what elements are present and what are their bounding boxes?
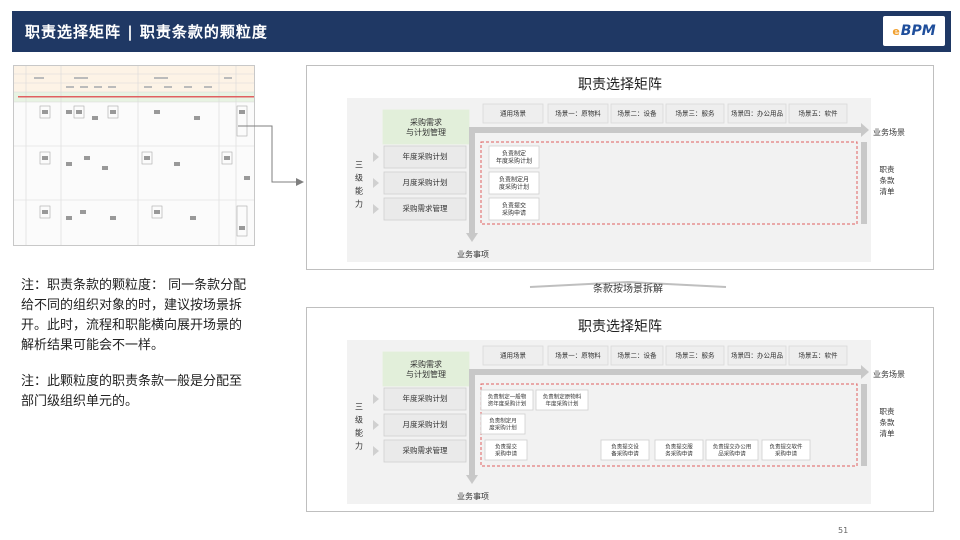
clause-cell-r3-2-label: 负责提交服务采购申请: [665, 442, 693, 457]
clause-cell-r3-1-label: 负责提交设备采购申请: [611, 442, 639, 457]
scenario-header-4-label: 场景四：办公用品: [731, 351, 783, 360]
matrix-diagram-top: 采购需求与计划管理三级能力年度采购计划月度采购计划采购需求管理通用场景 场景一：原…: [355, 103, 905, 259]
row-label-0-label: 年度采购计划: [403, 151, 448, 161]
matrix-panel-bottom: 职责选择矩阵 采购需求与计划管理 三级能力 年度采购计划 月度采购计划 采购需求管理 通用…: [306, 307, 934, 512]
row-label-0-label: 年度采购计划: [403, 393, 448, 403]
right-label-clause-list: 职责条款清单: [880, 164, 895, 196]
right-label-clause-list: 职责条款清单: [880, 406, 895, 438]
event-axis-label: 业务事项: [457, 491, 489, 501]
scenario-axis-arrowhead-icon: [861, 123, 869, 137]
row-arrow-icon: [373, 204, 379, 214]
split-label: 条款按场景拆解: [593, 284, 663, 295]
scenario-header-0-label: 通用场景: [500, 109, 527, 118]
note-department-level: 注：此颗粒度的职责条款一般是分配至部门级组织单元的。: [21, 374, 243, 409]
clause-cell-1-label: 负责制定月度采购计划: [499, 175, 529, 191]
event-axis-arrowhead-icon: [466, 475, 478, 484]
row-arrow-icon: [373, 420, 379, 430]
row-arrow-icon: [373, 446, 379, 456]
page-number: 51: [838, 526, 849, 535]
scenario-header-3-label: 场景三：服务: [676, 109, 716, 118]
connector-arrowhead-icon: [296, 178, 304, 186]
row-arrow-icon: [373, 394, 379, 404]
left-label-three-level-capability: 三级能力: [355, 160, 363, 208]
note-granularity: 注：职责条款的颗粒度： 同一条款分配给不同的组织对象的时，建议按场景拆开。此时，…: [21, 278, 247, 353]
scenario-header-1-label: 场景一：原物料: [555, 109, 601, 118]
clause-cell-r1-0-label: 负责制定一般物资年度采购计划: [488, 392, 527, 407]
clause-cell-r1-1-label: 负责制定原物料年度采购计划: [543, 392, 582, 407]
clause-list-bar: [861, 142, 867, 224]
scenario-header-5-label: 场景五：软件: [799, 351, 839, 360]
scenario-header-4-label: 场景四：办公用品: [731, 109, 783, 118]
row-label-1-label: 月度采购计划: [403, 177, 448, 187]
notes-section: 注：职责条款的颗粒度： 同一条款分配给不同的组织对象的时，建议按场景拆开。此时，…: [21, 276, 247, 428]
clause-cell-r2-0-label: 负责制定月度采购计划: [489, 416, 517, 431]
scenario-axis-bar: [469, 369, 861, 375]
row-label-1-label: 月度采购计划: [403, 419, 448, 429]
scenario-header-2-label: 场景二：设备: [618, 351, 658, 360]
matrix-diagram-bottom: 采购需求与计划管理三级能力年度采购计划月度采购计划采购需求管理通用场景 场景一：原…: [355, 345, 905, 501]
row-arrow-icon: [373, 152, 379, 162]
row-label-2-label: 采购需求管理: [403, 445, 448, 455]
scenario-header-2-label: 场景二：设备: [618, 109, 658, 118]
clause-cell-r3-0-label: 负责提交采购申请: [495, 442, 518, 457]
clause-list-bar: [861, 384, 867, 466]
row-label-2-label: 采购需求管理: [403, 203, 448, 213]
matrix-panel-top: 职责选择矩阵 采购需求与计划管理 三级能力 年度采购计划 月度采购计划 采购需求管理 通用…: [306, 65, 934, 270]
scenario-axis-label: 业务场景: [873, 369, 905, 379]
event-axis-arrowhead-icon: [466, 233, 478, 242]
clause-cell-r3-3-label: 负责提交办公用品采购申请: [713, 442, 752, 457]
scenario-header-1-label: 场景一：原物料: [555, 351, 601, 360]
row-arrow-icon: [373, 178, 379, 188]
scenario-header-0-label: 通用场景: [500, 351, 527, 360]
scenario-axis-label: 业务场景: [873, 127, 905, 137]
clause-cell-2-label: 负责提交采购申请: [502, 201, 526, 217]
event-axis-bar: [469, 133, 475, 233]
scenario-axis-bar: [469, 127, 861, 133]
left-label-three-level-capability: 三级能力: [355, 402, 363, 450]
scenario-header-3-label: 场景三：服务: [676, 351, 716, 360]
scenario-header-5-label: 场景五：软件: [799, 109, 839, 118]
event-axis-label: 业务事项: [457, 249, 489, 259]
event-axis-bar: [469, 375, 475, 475]
scenario-axis-arrowhead-icon: [861, 365, 869, 379]
